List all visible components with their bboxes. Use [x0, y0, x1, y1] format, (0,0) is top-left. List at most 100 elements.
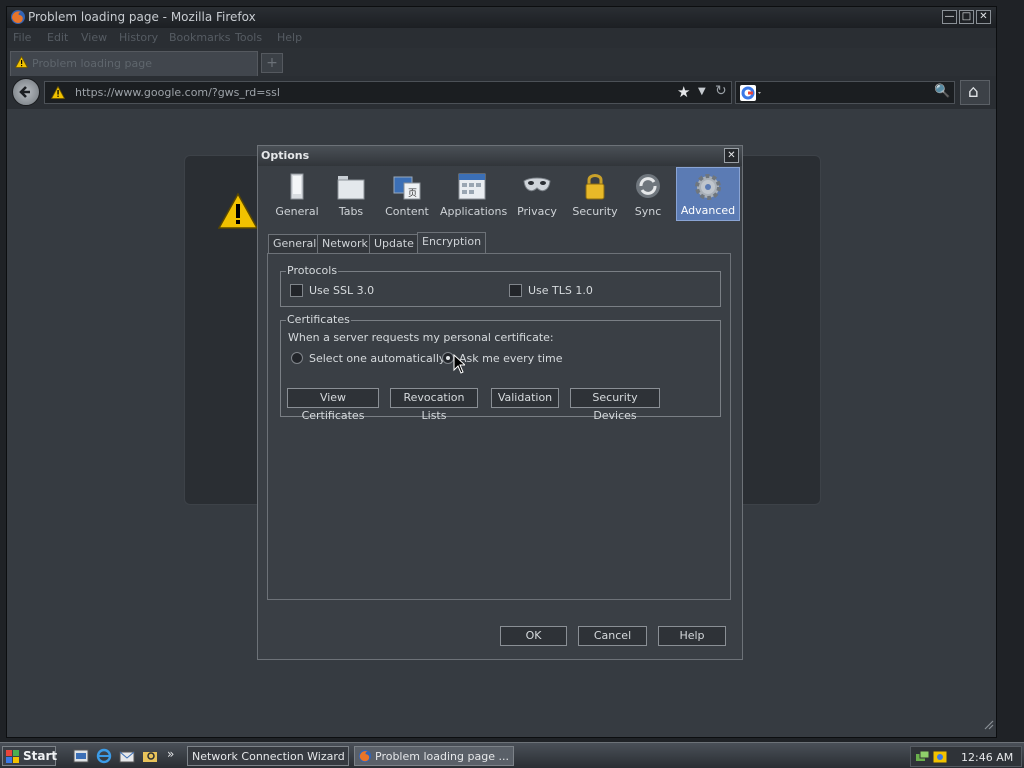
site-identity-warning-icon[interactable]: [50, 85, 66, 102]
task-firefox[interactable]: Problem loading page ...: [354, 746, 514, 766]
mouse-cursor-icon: [453, 354, 465, 374]
maximize-button[interactable]: □: [959, 10, 974, 24]
applications-icon: [458, 173, 486, 200]
tab-label: Problem loading page: [32, 57, 152, 70]
ok-button[interactable]: OK: [500, 626, 567, 646]
pane-label: Security: [572, 205, 618, 218]
menu-view[interactable]: View: [81, 31, 107, 44]
tls-label[interactable]: Use TLS 1.0: [528, 284, 593, 297]
pane-sync[interactable]: Sync: [628, 167, 668, 221]
warning-large-icon: [217, 192, 259, 232]
show-desktop-icon[interactable]: [73, 748, 89, 764]
tab-strip: Problem loading page +: [7, 48, 996, 76]
menu-history[interactable]: History: [119, 31, 158, 44]
help-button[interactable]: Help: [658, 626, 726, 646]
bookmark-star-icon[interactable]: ★: [677, 83, 690, 101]
clock: 12:46 AM: [961, 751, 1014, 764]
url-text[interactable]: https://www.google.com/?gws_rd=ssl: [75, 86, 280, 99]
subtab-encryption[interactable]: Encryption: [417, 232, 487, 254]
validation-button[interactable]: Validation: [491, 388, 559, 408]
pane-label: Sync: [634, 205, 662, 218]
windows-logo-icon: [6, 750, 19, 763]
search-go-icon[interactable]: 🔍: [934, 84, 950, 99]
options-dialog: Options ✕ General Tabs 页 Content Applica…: [257, 145, 743, 660]
task-network-wizard[interactable]: Network Connection Wizard: [187, 746, 349, 766]
pane-security[interactable]: Security: [570, 167, 620, 221]
pane-label: General: [275, 205, 319, 218]
lock-icon: [585, 174, 605, 200]
history-dropdown-icon[interactable]: ▼: [698, 86, 706, 97]
dialog-title: Options: [261, 149, 310, 162]
pane-label: Content: [385, 205, 429, 218]
ssl-label[interactable]: Use SSL 3.0: [309, 284, 374, 297]
subtab-general[interactable]: General: [268, 234, 322, 253]
new-tab-button[interactable]: +: [261, 53, 283, 73]
certificate-prompt: When a server requests my personal certi…: [288, 331, 554, 344]
pane-privacy[interactable]: Privacy: [514, 167, 560, 221]
security-tray-icon[interactable]: [932, 749, 948, 765]
select-automatically-label[interactable]: Select one automatically: [309, 352, 445, 365]
gear-icon: [695, 174, 721, 200]
pane-content[interactable]: 页 Content: [380, 167, 434, 221]
outlook-express-icon[interactable]: [119, 748, 135, 764]
dialog-close-button[interactable]: ✕: [724, 148, 739, 163]
google-engine-icon[interactable]: [740, 85, 764, 104]
warning-small-icon: [14, 55, 29, 71]
ssl-checkbox[interactable]: [290, 284, 303, 297]
protocols-group: Protocols Use SSL 3.0 Use TLS 1.0: [280, 264, 721, 307]
internet-explorer-icon[interactable]: [96, 748, 112, 764]
start-label: Start: [23, 749, 58, 763]
title-bar[interactable]: Problem loading page - Mozilla Firefox —…: [7, 7, 996, 28]
resize-grip-icon[interactable]: [982, 718, 994, 730]
menu-bar: File Edit View History Bookmarks Tools H…: [7, 28, 996, 48]
pane-tabs[interactable]: Tabs: [328, 167, 374, 221]
security-devices-button[interactable]: Security Devices: [570, 388, 660, 422]
select-automatically-radio[interactable]: [291, 352, 303, 364]
pane-applications[interactable]: Applications: [440, 167, 508, 221]
view-certificates-button[interactable]: View Certificates: [287, 388, 379, 422]
menu-edit[interactable]: Edit: [47, 31, 68, 44]
reload-icon[interactable]: ↻: [715, 83, 727, 99]
menu-file[interactable]: File: [13, 31, 31, 44]
protocols-legend: Protocols: [286, 264, 339, 277]
window-title: Problem loading page - Mozilla Firefox: [28, 10, 256, 24]
back-button[interactable]: [12, 78, 40, 106]
revocation-lists-button[interactable]: Revocation Lists: [390, 388, 478, 422]
subtab-network[interactable]: Network: [317, 234, 373, 253]
pane-advanced[interactable]: Advanced: [676, 167, 740, 221]
ask-every-time-label[interactable]: Ask me every time: [459, 352, 563, 365]
subtab-update[interactable]: Update: [369, 234, 419, 253]
sync-icon: [636, 174, 660, 198]
pane-general[interactable]: General: [272, 167, 322, 221]
close-window-button[interactable]: ✕: [976, 10, 991, 24]
dialog-title-bar[interactable]: Options ✕: [258, 146, 742, 166]
search-bar[interactable]: 🔍: [735, 81, 955, 104]
home-button[interactable]: ⌂: [960, 80, 990, 105]
taskbar: Start » Network Connection Wizard Proble…: [0, 742, 1024, 768]
minimize-button[interactable]: —: [942, 10, 957, 24]
certificates-legend: Certificates: [286, 313, 351, 326]
task-firefox-label: Problem loading page ...: [375, 750, 509, 763]
pane-label: Advanced: [680, 204, 736, 217]
content-icon: 页: [393, 176, 421, 200]
menu-help[interactable]: Help: [277, 31, 302, 44]
navigation-bar: https://www.google.com/?gws_rd=ssl ★ ▼ ↻…: [7, 76, 996, 109]
menu-bookmarks[interactable]: Bookmarks: [169, 31, 230, 44]
start-button[interactable]: Start: [2, 746, 58, 766]
network-tray-icon[interactable]: [914, 749, 930, 765]
cancel-button[interactable]: Cancel: [578, 626, 647, 646]
back-arrow-icon: [19, 86, 30, 98]
tls-checkbox[interactable]: [509, 284, 522, 297]
general-icon: [290, 173, 304, 200]
search-folder-icon[interactable]: [142, 748, 158, 764]
tabs-icon: [337, 176, 365, 200]
system-tray: 12:46 AM: [910, 746, 1022, 767]
tab-problem-loading[interactable]: Problem loading page: [10, 51, 258, 76]
url-bar[interactable]: https://www.google.com/?gws_rd=ssl ★ ▼ ↻: [44, 81, 732, 104]
menu-tools[interactable]: Tools: [235, 31, 262, 44]
firefox-task-icon: [358, 749, 372, 763]
quicklaunch-more-button[interactable]: »: [167, 747, 174, 761]
pane-label: Applications: [440, 205, 508, 218]
svg-text:页: 页: [408, 188, 417, 199]
encryption-panel: Protocols Use SSL 3.0 Use TLS 1.0 Certif…: [267, 253, 731, 600]
